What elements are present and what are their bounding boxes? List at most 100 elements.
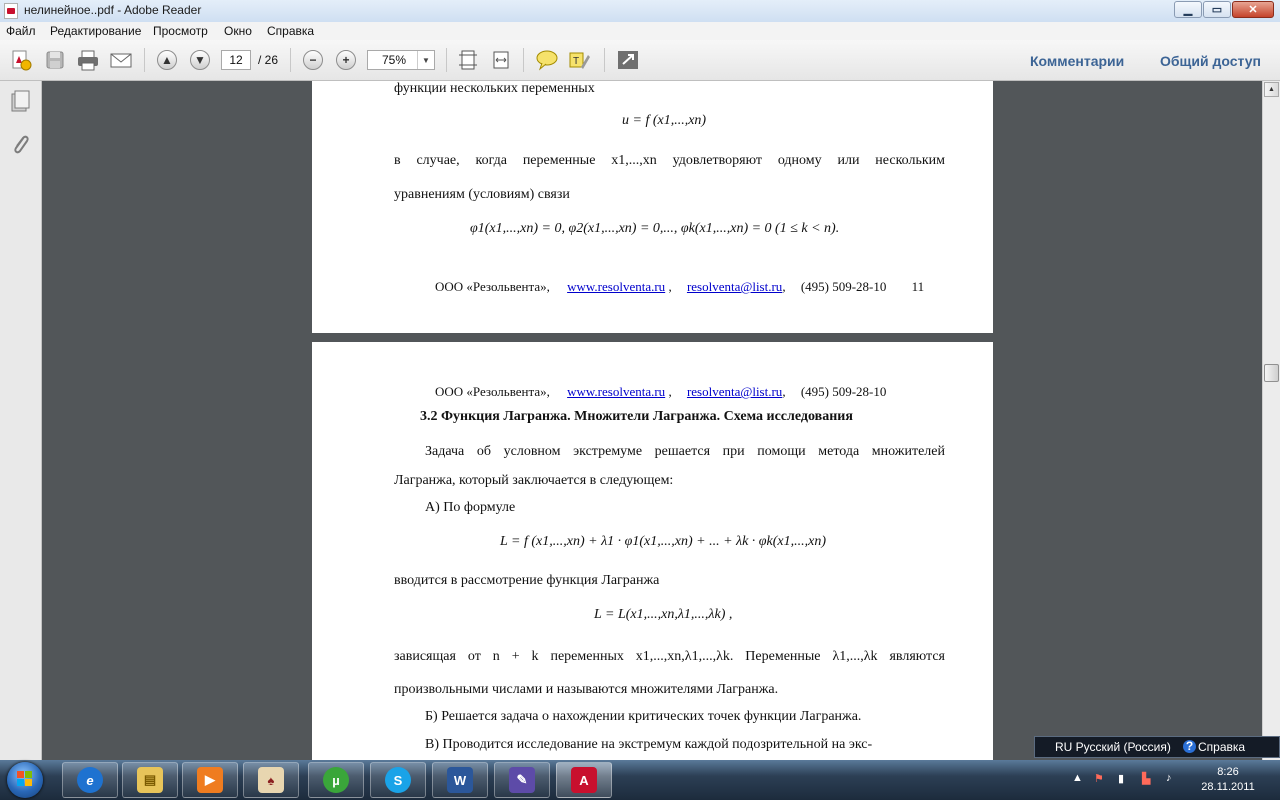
share-link[interactable]: Общий доступ [1160,53,1261,69]
media-play-icon: ▶ [197,767,223,793]
chevron-down-icon: ▼ [417,51,434,69]
utorrent-icon: µ [323,767,349,793]
footer-comma: , [782,279,786,294]
pdf-file-icon [4,3,18,19]
pages-icon [11,90,30,112]
text-line: произвольными числами и называются множи… [394,682,779,697]
fit-width-icon [493,51,509,69]
text-line: В) Проводится исследование на экстремум … [425,737,873,752]
toolbar-separator [446,48,447,72]
printer-icon [78,50,98,71]
header-site-link[interactable]: www.resolventa.ru [567,384,665,399]
taskbar-game[interactable]: ♠ [243,762,299,798]
toolbar-separator [604,48,605,72]
page-total: / 26 [258,53,279,67]
header-comma: , [782,384,786,399]
menu-file[interactable]: Файл [6,24,36,38]
fit-page-button[interactable] [455,48,481,72]
vertical-scrollbar[interactable]: ▲ [1262,81,1280,760]
word-icon: W [447,767,473,793]
system-clock[interactable]: 8:26 28.11.2011 [1196,765,1260,795]
language-help[interactable]: Справка [1198,740,1245,754]
zoom-select[interactable]: 75% ▼ [367,50,435,70]
clock-time: 8:26 [1217,766,1239,778]
header-email-link[interactable]: resolventa@list.ru [687,384,782,399]
previous-page-button[interactable]: ▲ [154,48,180,72]
menu-edit[interactable]: Редактирование [50,24,141,38]
text-line: А) По формуле [425,500,516,515]
language-indicator[interactable]: RU Русский (Россия) [1055,740,1171,754]
toolbar-separator [523,48,524,72]
text-line: зависящая от n + k переменных x1,...,xn,… [394,649,945,664]
add-note-button[interactable] [534,48,560,72]
taskbar-word[interactable]: W [432,762,488,798]
page-thumbnails-button[interactable] [9,89,31,118]
maximize-button[interactable]: ▭ [1203,1,1231,18]
page-number-input[interactable]: 12 [221,50,251,70]
footer-site-link[interactable]: www.resolventa.ru [567,279,665,294]
footer-company: ООО «Резольвента», [435,279,550,294]
windows-logo-icon [17,771,33,787]
taskbar-editor[interactable]: ✎ [494,762,550,798]
window-title: нелинейное..pdf - Adobe Reader [24,3,202,17]
network-icon[interactable]: ▙ [1142,772,1150,785]
formula: u = f (x1,...,xn) [622,113,707,128]
attachments-button[interactable] [9,131,31,162]
footer-phone: (495) 509-28-10 [800,279,887,294]
text-line: Б) Решается задача о нахождении критичес… [425,709,862,724]
volume-icon[interactable]: ♪ [1166,772,1172,784]
taskbar-utorrent[interactable]: µ [308,762,364,798]
menu-window[interactable]: Окно [224,24,252,38]
save-button[interactable] [42,48,68,72]
show-hidden-icons-button[interactable]: ▲ [1072,772,1083,784]
pdf-page: ООО «Резольвента», www.resolventa.ru , r… [312,342,993,760]
zoom-value: 75% [382,53,407,67]
pdf-page: функции нескольких переменных u = f (x1,… [312,81,993,333]
pen-icon: ✎ [509,767,535,793]
zoom-in-button[interactable]: + [333,48,359,72]
arrow-up-icon: ▲ [157,50,177,70]
close-icon: ✕ [1248,4,1258,16]
scroll-thumb[interactable] [1264,364,1279,382]
fit-width-button[interactable] [488,48,514,72]
toolbar-separator [144,48,145,72]
minimize-button[interactable]: ▁ [1174,1,1202,18]
taskbar-adobe-reader[interactable]: A [556,762,612,798]
create-pdf-button[interactable] [8,48,34,72]
skype-icon: S [385,767,411,793]
menu-view[interactable]: Просмотр [153,24,208,38]
toolbar-separator [290,48,291,72]
taskbar-skype[interactable]: S [370,762,426,798]
toolbar: ▲ ▼ 12 / 26 − + 75% ▼ T Комментарии Общи… [0,40,1280,81]
scroll-up-button[interactable]: ▲ [1264,82,1279,97]
menu-help[interactable]: Справка [267,24,314,38]
footer-email-link[interactable]: resolventa@list.ru [687,279,782,294]
zoom-out-button[interactable]: − [300,48,326,72]
language-bar: RU Русский (Россия) ? Справка [1034,736,1280,758]
formula: L = f (x1,...,xn) + λ1 · φ1(x1,...,xn) +… [500,534,827,549]
arrow-up-icon: ▲ [1268,86,1275,93]
taskbar-explorer[interactable]: ▤ [122,762,178,798]
maximize-icon: ▭ [1211,4,1223,16]
comments-link[interactable]: Комментарии [1030,53,1124,69]
taskbar-media-player[interactable]: ▶ [182,762,238,798]
taskbar-internet-explorer[interactable]: e [62,762,118,798]
highlighter-icon: T [569,52,590,69]
battery-icon[interactable]: ▮ [1118,772,1124,785]
page-header: ООО «Резольвента», www.resolventa.ru , r… [435,384,886,400]
document-view[interactable]: функции нескольких переменных u = f (x1,… [42,81,1262,760]
highlight-text-button[interactable]: T [566,48,592,72]
header-phone: (495) 509-28-10 [800,384,887,399]
header-comma: , [668,384,672,399]
next-page-button[interactable]: ▼ [187,48,213,72]
network-flag-icon[interactable]: ⚑ [1094,772,1104,785]
minus-icon: − [303,50,323,70]
plus-icon: + [336,50,356,70]
start-button[interactable] [7,762,43,798]
text-line: вводится в рассмотрение функция Лагранжа [394,573,660,588]
email-button[interactable] [108,48,134,72]
text-line: Задача об условном экстремуме решается п… [425,444,945,459]
expand-button[interactable] [615,48,641,72]
close-button[interactable]: ✕ [1232,1,1274,18]
print-button[interactable] [75,48,101,72]
